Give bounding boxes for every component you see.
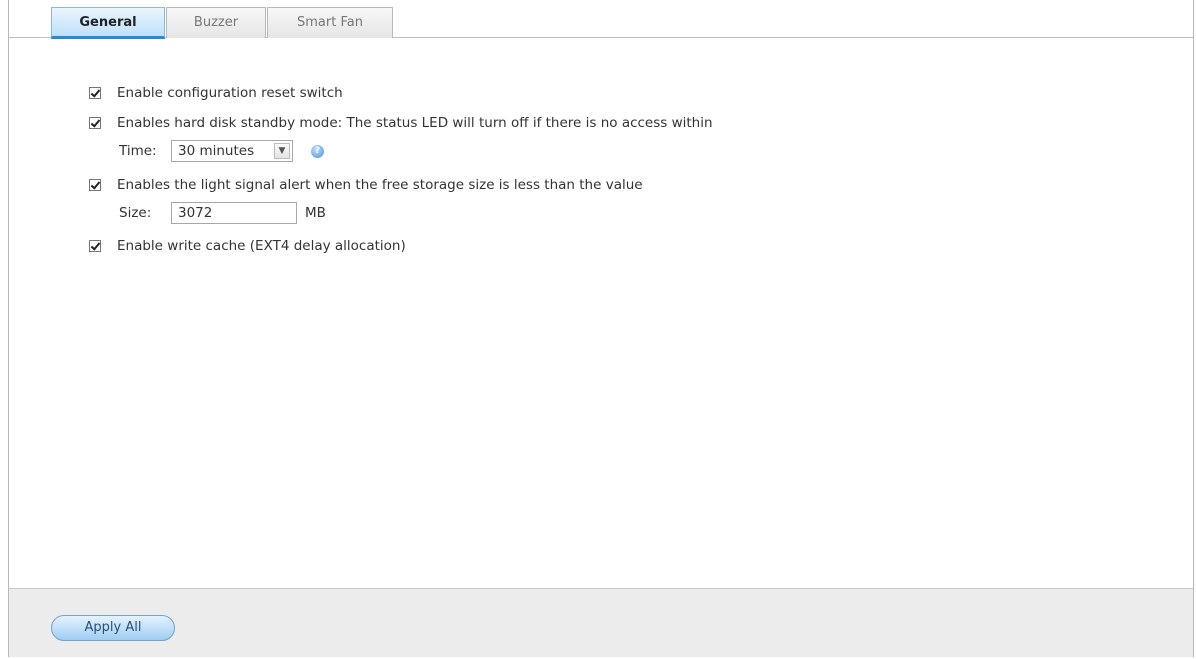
write-cache-row: Enable write cache (EXT4 delay allocatio…	[89, 235, 406, 257]
standby-checkbox[interactable]	[89, 117, 101, 129]
chevron-down-icon[interactable]: ▼	[274, 143, 290, 159]
help-icon[interactable]: ?	[311, 144, 324, 158]
standby-label: Enables hard disk standby mode: The stat…	[117, 115, 713, 131]
tab-general[interactable]: General	[51, 7, 165, 39]
general-settings-content: Enable configuration reset switch Enable…	[9, 38, 1193, 588]
settings-panel: General Buzzer Smart Fan Enable configur…	[8, 0, 1194, 657]
standby-row: Enables hard disk standby mode: The stat…	[89, 112, 713, 134]
write-cache-checkbox[interactable]	[89, 240, 101, 252]
reset-switch-checkbox[interactable]	[89, 87, 101, 99]
size-input[interactable]	[171, 202, 297, 224]
reset-switch-label: Enable configuration reset switch	[117, 85, 343, 101]
time-label: Time:	[119, 143, 157, 159]
tab-smart-fan[interactable]: Smart Fan	[267, 7, 393, 38]
standby-time-row: Time: 30 minutes ▼ ?	[119, 140, 324, 162]
write-cache-label: Enable write cache (EXT4 delay allocatio…	[117, 238, 406, 254]
time-select[interactable]: 30 minutes ▼	[171, 140, 293, 162]
light-alert-checkbox[interactable]	[89, 179, 101, 191]
footer-bar: Apply All	[9, 588, 1193, 657]
tab-buzzer[interactable]: Buzzer	[166, 7, 266, 38]
reset-switch-row: Enable configuration reset switch	[89, 82, 343, 104]
time-select-value: 30 minutes	[178, 143, 255, 159]
light-alert-row: Enables the light signal alert when the …	[89, 174, 643, 196]
size-row: Size: MB	[119, 202, 326, 224]
size-label: Size:	[119, 205, 152, 221]
light-alert-label: Enables the light signal alert when the …	[117, 177, 643, 193]
size-unit: MB	[305, 205, 326, 221]
tab-bar: General Buzzer Smart Fan	[9, 0, 1193, 39]
apply-all-button[interactable]: Apply All	[51, 615, 175, 641]
